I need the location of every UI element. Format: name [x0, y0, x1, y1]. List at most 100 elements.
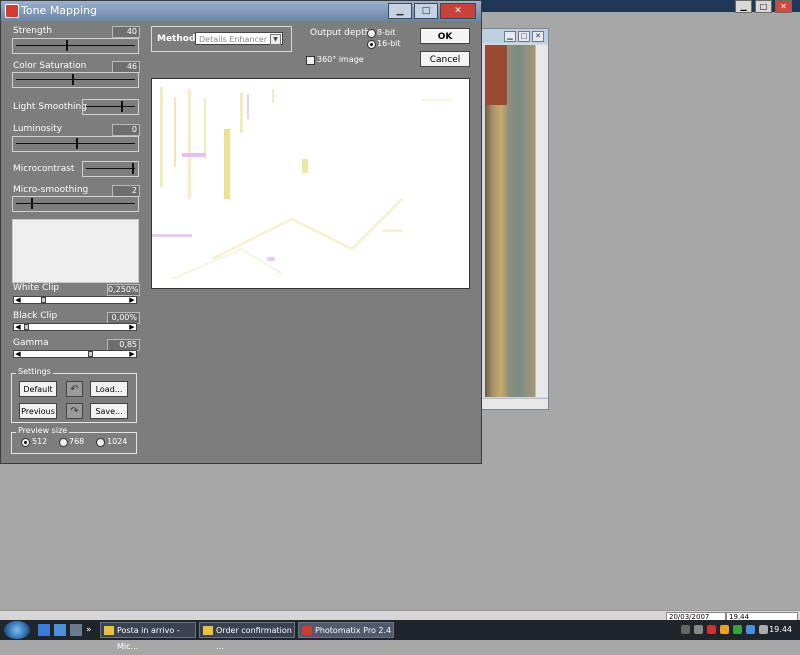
hdr-image-brick-area	[485, 45, 507, 105]
slider-thumb[interactable]	[72, 74, 74, 85]
desktop-icon[interactable]	[38, 624, 50, 636]
taskbar-clock[interactable]: 19.44	[769, 625, 792, 634]
background-app-titlebar: ▁ □ ✕	[480, 0, 800, 13]
image-360-label: 360° image	[317, 55, 364, 64]
horizontal-scrollbar[interactable]	[471, 398, 548, 409]
redo-icon[interactable]: ↷	[66, 403, 83, 419]
arrow-right-icon[interactable]: ▶	[128, 350, 136, 358]
luminosity-value[interactable]: 0	[112, 124, 140, 136]
arrow-left-icon[interactable]: ◀	[14, 350, 22, 358]
maximize-icon[interactable]: □	[755, 0, 772, 13]
default-button[interactable]: Default	[19, 381, 57, 397]
slider-thumb[interactable]	[76, 138, 78, 149]
output-8bit-label: 8-bit	[377, 28, 396, 37]
load-button[interactable]: Load...	[90, 381, 128, 397]
task-photomatix[interactable]: Photomatix Pro 2.4	[298, 622, 394, 638]
color-saturation-slider[interactable]	[12, 72, 139, 88]
output-8bit-radio[interactable]	[367, 29, 376, 38]
power-icon[interactable]	[759, 625, 768, 634]
microcontrast-label: Microcontrast	[13, 164, 75, 174]
network-icon[interactable]	[733, 625, 742, 634]
tone-mapping-dialog: Tone Mapping ▁ □ ✕ Strength 40 Color Sat…	[0, 0, 482, 464]
slider-thumb[interactable]	[132, 163, 134, 174]
arrow-right-icon[interactable]: ▶	[128, 296, 136, 304]
maximize-icon[interactable]: □	[518, 31, 530, 42]
strength-label: Strength	[13, 26, 52, 36]
antivirus-icon[interactable]	[707, 625, 716, 634]
window-switcher-icon[interactable]	[70, 624, 82, 636]
preview-512-radio[interactable]	[21, 438, 30, 447]
task-mail[interactable]: Posta in arrivo - Mic...	[100, 622, 196, 651]
vertical-scrollbar[interactable]	[535, 45, 548, 397]
color-saturation-label: Color Saturation	[13, 61, 87, 71]
black-clip-label: Black Clip	[13, 311, 58, 321]
arrow-left-icon[interactable]: ◀	[14, 323, 22, 331]
save-button[interactable]: Save...	[90, 403, 128, 419]
arrow-left-icon[interactable]: ◀	[14, 296, 22, 304]
slider-track	[16, 203, 135, 204]
black-clip-scrollbar[interactable]: ◀ ▶	[13, 323, 137, 331]
minimize-icon[interactable]: ▁	[504, 31, 516, 42]
preview-size-title: Preview size	[16, 426, 70, 435]
microcontrast-slider[interactable]	[82, 161, 139, 177]
output-16bit-radio[interactable]	[367, 40, 376, 49]
task-label: Photomatix Pro 2.4	[315, 626, 392, 635]
strength-slider[interactable]	[12, 38, 139, 54]
update-icon[interactable]	[720, 625, 729, 634]
chevron-right-icon[interactable]: »	[86, 624, 98, 636]
volume-icon[interactable]	[746, 625, 755, 634]
preview-768-radio[interactable]	[59, 438, 68, 447]
start-button[interactable]	[4, 621, 30, 639]
browser-icon[interactable]	[54, 624, 66, 636]
output-16bit-label: 16-bit	[377, 39, 401, 48]
cancel-button[interactable]: Cancel	[420, 51, 470, 67]
maximize-icon[interactable]: □	[414, 3, 438, 19]
micro-smoothing-slider[interactable]	[12, 196, 139, 212]
previous-button[interactable]: Previous	[19, 403, 57, 419]
task-label: Order confirmation ...	[216, 626, 292, 651]
method-group: Method: Details Enhancer ▼	[151, 26, 292, 52]
scroll-thumb[interactable]	[41, 297, 46, 303]
undo-icon[interactable]: ↶	[66, 381, 83, 397]
white-clip-value[interactable]: 0,250%	[107, 284, 140, 296]
chevron-down-icon[interactable]: ▼	[270, 34, 281, 45]
ok-button[interactable]: OK	[420, 28, 470, 44]
luminosity-label: Luminosity	[13, 124, 63, 134]
minimize-icon[interactable]: ▁	[735, 0, 752, 13]
arrow-right-icon[interactable]: ▶	[128, 323, 136, 331]
close-icon[interactable]: ✕	[440, 3, 476, 19]
slider-track	[16, 45, 135, 46]
scroll-thumb[interactable]	[24, 324, 29, 330]
language-icon[interactable]	[681, 625, 690, 634]
strength-value[interactable]: 40	[112, 26, 140, 38]
slider-thumb[interactable]	[66, 40, 68, 51]
method-label: Method:	[157, 34, 199, 44]
dialog-titlebar[interactable]: Tone Mapping ▁ □ ✕	[1, 1, 481, 21]
scroll-thumb[interactable]	[88, 351, 93, 357]
output-depth-label: Output depth:	[310, 28, 374, 38]
task-order-confirmation[interactable]: Order confirmation ...	[199, 622, 295, 651]
slider-thumb[interactable]	[31, 198, 33, 209]
image-360-checkbox[interactable]	[306, 56, 315, 65]
preview-image	[152, 79, 469, 288]
task-label: Posta in arrivo - Mic...	[117, 626, 180, 651]
close-icon[interactable]: ✕	[532, 31, 544, 42]
tone-mapped-preview[interactable]	[151, 78, 470, 289]
slider-track	[86, 106, 135, 107]
white-clip-scrollbar[interactable]: ◀ ▶	[13, 296, 137, 304]
slider-thumb[interactable]	[121, 101, 123, 112]
slider-track	[86, 168, 135, 169]
photomatix-icon	[302, 626, 312, 635]
image-window-titlebar[interactable]: ▁ □ ✕	[471, 29, 548, 43]
gamma-scrollbar[interactable]: ◀ ▶	[13, 350, 137, 358]
light-smoothing-slider[interactable]	[82, 99, 139, 115]
mail-message-icon	[203, 626, 213, 635]
close-icon[interactable]: ✕	[775, 0, 792, 13]
preview-1024-radio[interactable]	[96, 438, 105, 447]
taskbar: » Posta in arrivo - Mic... Order confirm…	[0, 620, 800, 651]
method-select[interactable]: Details Enhancer ▼	[195, 32, 283, 45]
luminosity-slider[interactable]	[12, 136, 139, 152]
chevron-up-icon[interactable]	[694, 625, 703, 634]
white-clip-label: White Clip	[13, 283, 60, 293]
minimize-icon[interactable]: ▁	[388, 3, 412, 19]
